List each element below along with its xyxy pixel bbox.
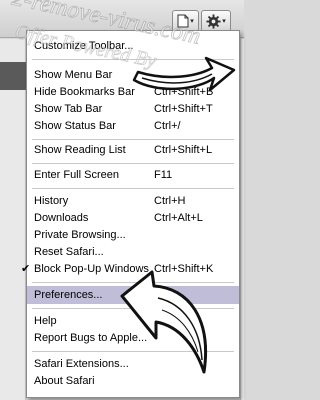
menu-item-shortcut: F11 <box>154 169 173 181</box>
page-scrollbar[interactable] <box>240 39 244 400</box>
menu-separator <box>32 163 234 164</box>
menu-item-show-tab-bar[interactable]: Show Tab Bar Ctrl+Shift+T <box>27 100 239 118</box>
menu-item-label: Private Browsing... <box>34 229 126 241</box>
safari-settings-menu: Customize Toolbar... Show Menu Bar Hide … <box>21 30 240 398</box>
menu-item-customize-toolbar[interactable]: Customize Toolbar... <box>27 37 239 55</box>
menu-item-enter-full-screen[interactable]: Enter Full Screen F11 <box>27 166 239 184</box>
menu-item-label: Block Pop-Up Windows <box>34 263 149 275</box>
menu-separator <box>32 308 234 309</box>
menu-item-shortcut: Ctrl+Shift+B <box>154 86 214 98</box>
menu-separator <box>32 351 234 352</box>
chevron-down-icon: ▾ <box>222 18 226 25</box>
menu-separator <box>32 282 234 283</box>
menu-item-label: Show Reading List <box>34 144 126 156</box>
menu-item-shortcut: Ctrl+Shift+K <box>154 263 214 275</box>
menu-item-label: Report Bugs to Apple... <box>34 332 148 344</box>
menu-item-downloads[interactable]: Downloads Ctrl+Alt+L <box>27 209 239 227</box>
menu-item-private-browsing[interactable]: Private Browsing... <box>27 226 239 244</box>
page-dark-band <box>0 62 26 90</box>
menu-item-label: Safari Extensions... <box>34 358 129 370</box>
menu-item-help[interactable]: Help F1 <box>27 312 239 330</box>
menu-item-shortcut: Ctrl+Shift+T <box>154 103 213 115</box>
menu-item-report-bugs[interactable]: Report Bugs to Apple... <box>27 329 239 347</box>
menu-item-preferences[interactable]: Preferences... <box>27 286 239 304</box>
menu-item-show-reading-list[interactable]: Show Reading List Ctrl+Shift+L <box>27 141 239 159</box>
settings-menu-button[interactable]: ▾ <box>201 10 231 32</box>
checkmark-icon: ✔ <box>21 263 31 275</box>
menu-item-label: Show Tab Bar <box>34 103 103 115</box>
menu-item-label: About Safari <box>34 375 95 387</box>
menu-item-shortcut: Ctrl+Shift+L <box>154 144 213 156</box>
chevron-down-icon: ▾ <box>190 18 194 25</box>
menu-item-shortcut: Ctrl+Alt+L <box>154 212 203 224</box>
menu-item-reset-safari[interactable]: Reset Safari... <box>27 243 239 261</box>
menu-item-label: Reset Safari... <box>34 246 104 258</box>
menu-item-show-menu-bar[interactable]: Show Menu Bar <box>27 66 239 84</box>
menu-item-label: Enter Full Screen <box>34 169 119 181</box>
menu-item-label: Show Menu Bar <box>34 69 113 81</box>
menu-item-show-status-bar[interactable]: Show Status Bar Ctrl+/ <box>27 117 239 135</box>
menu-item-label: Downloads <box>34 212 89 224</box>
menu-item-label: Hide Bookmarks Bar <box>34 86 135 98</box>
menu-item-shortcut: F1 <box>154 315 167 327</box>
page-icon <box>177 14 189 28</box>
menu-item-label: Preferences... <box>34 289 103 301</box>
menu-item-label: Help <box>34 315 57 327</box>
menu-item-shortcut: Ctrl+/ <box>154 120 181 132</box>
menu-item-hide-bookmarks-bar[interactable]: Hide Bookmarks Bar Ctrl+Shift+B <box>27 83 239 101</box>
menu-item-block-popup-windows[interactable]: ✔ Block Pop-Up Windows Ctrl+Shift+K <box>21 260 239 278</box>
menu-item-label: History <box>34 195 69 207</box>
menu-item-safari-extensions[interactable]: Safari Extensions... <box>27 355 239 373</box>
menu-item-label: Customize Toolbar... <box>34 40 134 52</box>
page-menu-button[interactable]: ▾ <box>172 10 199 32</box>
gear-icon <box>206 13 221 29</box>
menu-separator <box>32 139 234 140</box>
menu-item-history[interactable]: History Ctrl+H <box>27 192 239 210</box>
menu-separator <box>32 59 234 60</box>
menu-item-label: Show Status Bar <box>34 120 116 132</box>
page-background-strip <box>0 39 26 400</box>
menu-separator <box>32 188 234 189</box>
menu-item-shortcut: Ctrl+H <box>154 195 186 207</box>
menu-item-about-safari[interactable]: About Safari <box>27 372 239 390</box>
